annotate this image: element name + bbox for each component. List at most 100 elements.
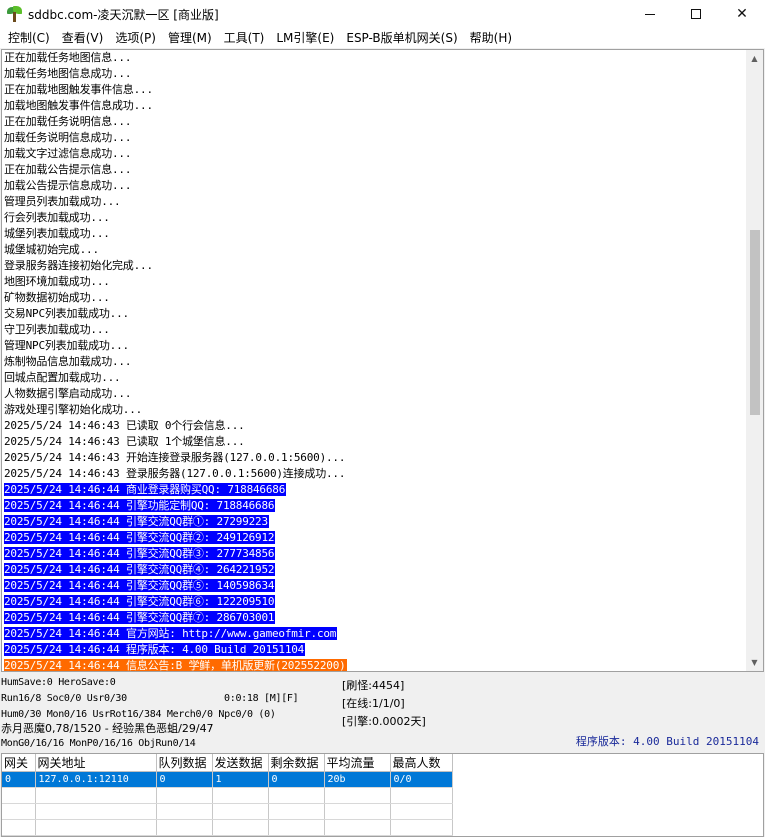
log-line: 2025/5/24 14:46:44 引擎交流QQ群⑦: 286703001	[4, 610, 744, 626]
log-line-text: 2025/5/24 14:46:44 官方网站: http://www.game…	[4, 627, 338, 640]
menu-espb-gateway[interactable]: ESP-B版单机网关(S)	[340, 28, 463, 48]
log-line: 2025/5/24 14:46:43 已读取 1个城堡信息...	[4, 434, 744, 450]
status-save: HumSave:0 HeroSave:0	[1, 677, 116, 688]
log-line-text: 管理员列表加载成功...	[4, 195, 121, 208]
log-line-text: 2025/5/24 14:46:44 引擎交流QQ群④: 264221952	[4, 563, 276, 576]
log-line: 交易NPC列表加载成功...	[4, 306, 744, 322]
log-line-text: 行会列表加载成功...	[4, 211, 110, 224]
log-line-text: 加载公告提示信息成功...	[4, 179, 132, 192]
log-line: 矿物数据初始成功...	[4, 290, 744, 306]
menu-manage[interactable]: 管理(M)	[162, 28, 218, 48]
log-line-text: 加载文字过滤信息成功...	[4, 147, 132, 160]
log-line: 正在加载任务地图信息...	[4, 50, 744, 66]
menu-view[interactable]: 查看(V)	[56, 28, 110, 48]
empty-row	[2, 819, 453, 836]
log-line-text: 矿物数据初始成功...	[4, 291, 110, 304]
log-line: 管理NPC列表加载成功...	[4, 338, 744, 354]
table-row[interactable]: 0 127.0.0.1:12110 0 1 0 20b 0/0	[2, 771, 453, 788]
log-line-text: 正在加载公告提示信息...	[4, 163, 132, 176]
log-line: 2025/5/24 14:46:44 官方网站: http://www.game…	[4, 626, 744, 642]
minimize-icon	[645, 13, 655, 15]
log-line-text: 人物数据引擎启动成功...	[4, 387, 132, 400]
col-max-users[interactable]: 最高人数	[390, 754, 453, 772]
log-line-text: 2025/5/24 14:46:43 登录服务器(127.0.0.1:5600)…	[4, 467, 346, 480]
log-line: 2025/5/24 14:46:43 已读取 0个行会信息...	[4, 418, 744, 434]
status-online: [在线:1/1/0]	[342, 697, 405, 710]
log-line-text: 登录服务器连接初始化完成...	[4, 259, 153, 272]
log-line-text: 2025/5/24 14:46:44 引擎功能定制QQ: 718846686	[4, 499, 276, 512]
log-line: 2025/5/24 14:46:44 信息公告:B 学鲜，单机版更新(20255…	[4, 658, 744, 672]
log-line-text: 2025/5/24 14:46:44 信息公告:B 学鲜，单机版更新(20255…	[4, 659, 347, 672]
log-line: 加载地图触发事件信息成功...	[4, 98, 744, 114]
menu-bar: 控制(C) 查看(V) 选项(P) 管理(M) 工具(T) LM引擎(E) ES…	[0, 28, 765, 48]
gateway-header-row: 网关 网关地址 队列数据 发送数据 剩余数据 平均流量 最高人数	[2, 754, 453, 772]
menu-options[interactable]: 选项(P)	[109, 28, 162, 48]
col-remaining[interactable]: 剩余数据	[268, 754, 325, 772]
maximize-button[interactable]	[673, 0, 719, 28]
app-leaf-icon	[6, 6, 22, 22]
cell-gateway: 0	[2, 771, 36, 788]
menu-control[interactable]: 控制(C)	[2, 28, 56, 48]
version-label: 程序版本: 4.00 Build 20151104	[575, 735, 759, 748]
log-line-text: 2025/5/24 14:46:43 已读取 0个行会信息...	[4, 419, 245, 432]
log-line-text: 回城点配置加载成功...	[4, 371, 121, 384]
log-line-text: 城堡城初始完成...	[4, 243, 99, 256]
log-line: 地图环境加载成功...	[4, 274, 744, 290]
status-engine: [引擎:0.0002天]	[342, 715, 426, 728]
log-line: 加载文字过滤信息成功...	[4, 146, 744, 162]
menu-tools[interactable]: 工具(T)	[218, 28, 271, 48]
close-button[interactable]: ✕	[719, 0, 765, 28]
log-line: 加载任务说明信息成功...	[4, 130, 744, 146]
title-bar: sddbc.com-凌天沉默一区 [商业版] ✕	[0, 0, 765, 28]
log-line: 城堡城初始完成...	[4, 242, 744, 258]
col-sent[interactable]: 发送数据	[212, 754, 269, 772]
log-line-text: 2025/5/24 14:46:44 引擎交流QQ群①: 27299223	[4, 515, 269, 528]
log-line: 2025/5/24 14:46:44 引擎交流QQ群④: 264221952	[4, 562, 744, 578]
empty-row	[2, 787, 453, 804]
log-line: 2025/5/24 14:46:44 引擎交流QQ群②: 249126912	[4, 530, 744, 546]
log-line-text: 2025/5/24 14:46:43 开始连接登录服务器(127.0.0.1:5…	[4, 451, 346, 464]
scroll-down-icon[interactable]: ▼	[746, 654, 763, 671]
log-line: 城堡列表加载成功...	[4, 226, 744, 242]
log-line-text: 炼制物品信息加载成功...	[4, 355, 132, 368]
scroll-thumb[interactable]	[750, 230, 760, 415]
log-line-text: 守卫列表加载成功...	[4, 323, 110, 336]
col-gateway[interactable]: 网关	[2, 754, 36, 772]
log-line-text: 2025/5/24 14:46:43 已读取 1个城堡信息...	[4, 435, 245, 448]
scroll-up-icon[interactable]: ▲	[746, 50, 763, 67]
cell-queue: 0	[156, 771, 213, 788]
log-line: 守卫列表加载成功...	[4, 322, 744, 338]
log-line-text: 游戏处理引擎初始化成功...	[4, 403, 143, 416]
log-line: 登录服务器连接初始化完成...	[4, 258, 744, 274]
log-line: 2025/5/24 14:46:44 引擎功能定制QQ: 718846686	[4, 498, 744, 514]
log-line-text: 加载任务地图信息成功...	[4, 67, 132, 80]
cell-address: 127.0.0.1:12110	[35, 771, 157, 788]
log-line: 2025/5/24 14:46:44 引擎交流QQ群①: 27299223	[4, 514, 744, 530]
log-scrollbar[interactable]: ▲ ▼	[746, 50, 763, 671]
log-line: 加载任务地图信息成功...	[4, 66, 744, 82]
col-address[interactable]: 网关地址	[35, 754, 157, 772]
cell-sent: 1	[212, 771, 269, 788]
empty-row	[2, 803, 453, 820]
status-panel: HumSave:0 HeroSave:0 Run16/8 Soc0/0 Usr0…	[0, 673, 765, 753]
menu-lm-engine[interactable]: LM引擎(E)	[270, 28, 340, 48]
gateway-table: 网关 网关地址 队列数据 发送数据 剩余数据 平均流量 最高人数 0 127.0…	[2, 754, 453, 836]
log-line: 2025/5/24 14:46:44 引擎交流QQ群⑤: 140598634	[4, 578, 744, 594]
log-line: 回城点配置加载成功...	[4, 370, 744, 386]
log-line: 管理员列表加载成功...	[4, 194, 744, 210]
status-objects: MonG0/16/16 MonP0/16/16 ObjRun0/14	[1, 738, 196, 749]
log-line: 正在加载公告提示信息...	[4, 162, 744, 178]
log-line-text: 管理NPC列表加载成功...	[4, 339, 129, 352]
menu-help[interactable]: 帮助(H)	[464, 28, 518, 48]
log-line-text: 2025/5/24 14:46:44 商业登录器购买QQ: 718846686	[4, 483, 287, 496]
cell-remaining: 0	[268, 771, 325, 788]
status-refresh: [刷怪:4454]	[342, 679, 405, 692]
minimize-button[interactable]	[627, 0, 673, 28]
log-line-text: 2025/5/24 14:46:44 引擎交流QQ群②: 249126912	[4, 531, 276, 544]
col-queue[interactable]: 队列数据	[156, 754, 213, 772]
cell-avg-flow: 20b	[324, 771, 391, 788]
col-avg-flow[interactable]: 平均流量	[324, 754, 391, 772]
log-line-text: 2025/5/24 14:46:44 引擎交流QQ群⑤: 140598634	[4, 579, 276, 592]
window-title: sddbc.com-凌天沉默一区 [商业版]	[28, 7, 219, 22]
log-output[interactable]: 正在加载任务地图信息... 加载任务地图信息成功... 正在加载地图触发事件信息..…	[1, 49, 764, 672]
